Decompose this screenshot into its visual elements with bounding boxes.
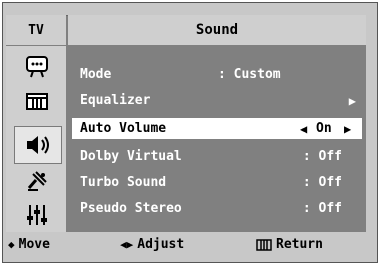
return-label: Return [276, 237, 323, 252]
setup-icon[interactable] [20, 166, 54, 196]
left-arrow-icon[interactable]: ◀ [300, 122, 307, 136]
turbo-sound-label: Turbo Sound [80, 175, 167, 190]
dolby-virtual-value: : Off [302, 149, 342, 164]
equalizer-label: Equalizer [80, 93, 151, 108]
submenu-arrow-icon: ▶ [348, 93, 356, 108]
page-title: Sound [68, 15, 366, 45]
return-icon [256, 238, 272, 251]
menu-item-dolby-virtual[interactable]: Dolby Virtual : Off [72, 146, 362, 167]
footer-hints: ◆ Move ◀▶ Adjust Return [6, 232, 366, 258]
pseudo-stereo-label: Pseudo Stereo [80, 201, 182, 216]
dolby-virtual-label: Dolby Virtual [80, 149, 182, 164]
auto-volume-label: Auto Volume [80, 121, 167, 136]
mode-label: Mode [80, 67, 112, 82]
menu-item-mode[interactable]: Mode : Custom [72, 64, 362, 85]
tv-tab[interactable]: TV [6, 15, 66, 45]
sidebar [6, 46, 66, 232]
adjust-hint: ◀▶ Adjust [120, 237, 184, 252]
pseudo-stereo-value: : Off [302, 201, 342, 216]
input-icon[interactable] [20, 200, 54, 230]
up-down-arrow-icon: ◆ [8, 238, 15, 251]
sound-icon[interactable] [14, 126, 62, 164]
menu-item-turbo-sound[interactable]: Turbo Sound : Off [72, 172, 362, 193]
channel-icon[interactable] [20, 86, 54, 116]
move-label: Move [18, 237, 50, 252]
auto-volume-value: On [316, 121, 332, 136]
return-hint: Return [256, 237, 323, 252]
menu-header: TV Sound [6, 15, 366, 45]
menu-item-auto-volume[interactable]: Auto Volume ◀ On ▶ [72, 118, 362, 139]
menu-item-pseudo-stereo[interactable]: Pseudo Stereo : Off [72, 198, 362, 219]
mode-value: : Custom [218, 67, 281, 82]
turbo-sound-value: : Off [302, 175, 342, 190]
adjust-label: Adjust [137, 237, 185, 252]
picture-icon[interactable] [20, 52, 54, 82]
left-right-arrow-icon: ◀▶ [120, 238, 134, 251]
move-hint: ◆ Move [8, 237, 50, 252]
menu-item-equalizer[interactable]: Equalizer ▶ [72, 90, 362, 111]
right-arrow-icon[interactable]: ▶ [344, 122, 351, 136]
